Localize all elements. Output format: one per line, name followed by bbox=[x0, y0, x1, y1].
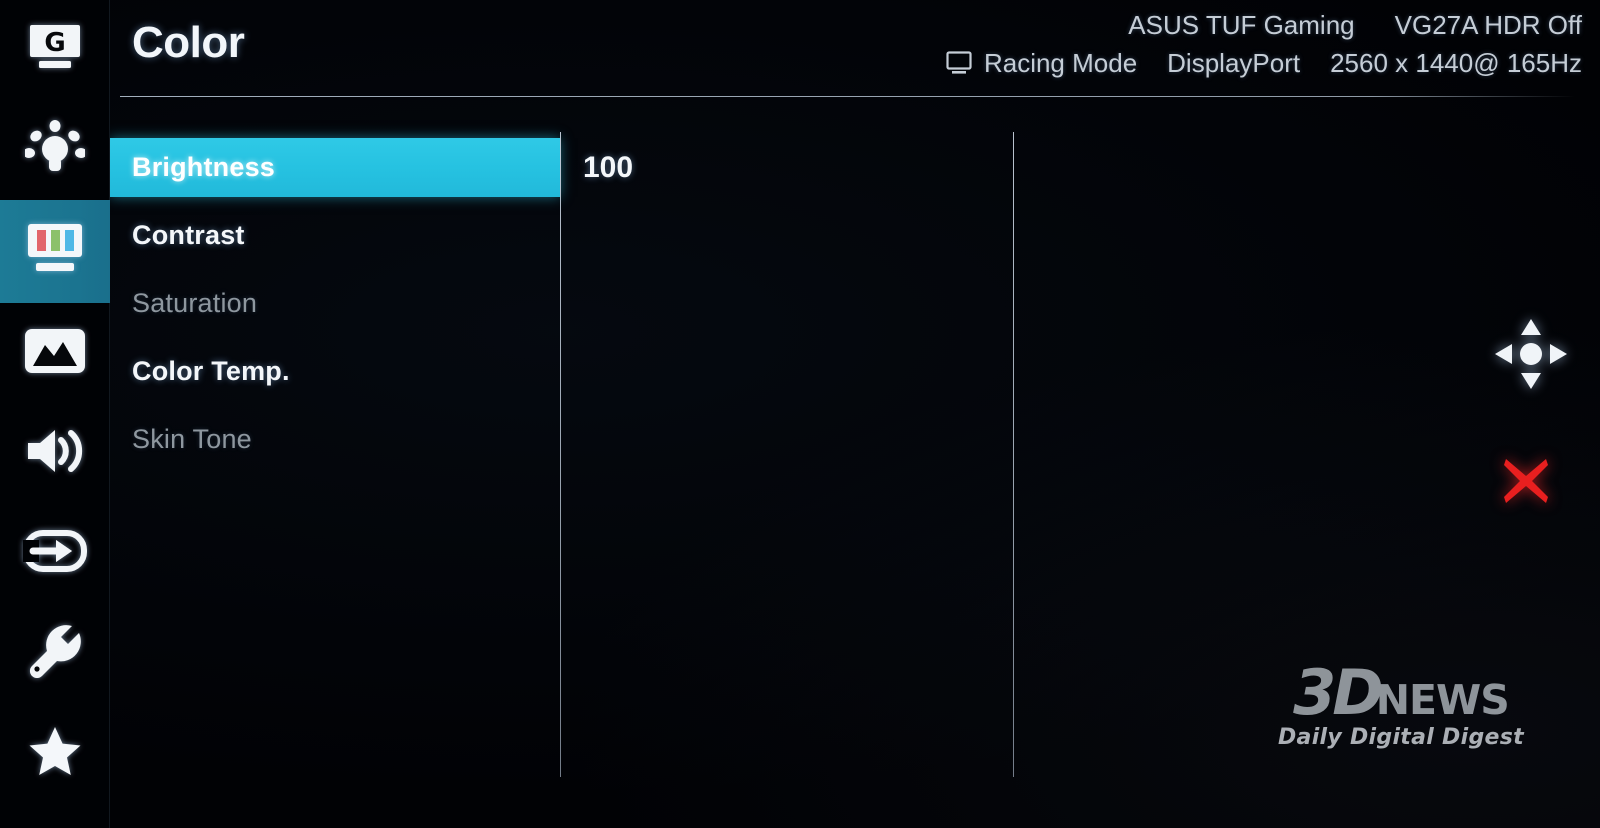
sidebar-item-input-select[interactable] bbox=[0, 503, 110, 603]
watermark-tagline: Daily Digital Digest bbox=[1278, 725, 1524, 750]
model-hdr-label: VG27A HDR Off bbox=[1394, 10, 1582, 40]
gamevisual-monitor-g-icon: G bbox=[26, 23, 84, 78]
resolution-label: 2560 x 1440@ 165Hz bbox=[1330, 48, 1582, 78]
color-menu-list: Brightness Contrast Saturation Color Tem… bbox=[110, 138, 560, 478]
speaker-icon bbox=[24, 427, 86, 480]
menu-item-contrast[interactable]: Contrast bbox=[110, 206, 560, 265]
osd-sidebar: G bbox=[0, 0, 110, 828]
picture-icon bbox=[24, 328, 86, 379]
preset-mode-group: Racing Mode bbox=[946, 44, 1137, 82]
menu-item-label: Color Temp. bbox=[132, 356, 290, 386]
close-x-icon[interactable] bbox=[1500, 455, 1552, 512]
menu-item-label: Skin Tone bbox=[132, 424, 252, 454]
osd-header: Color ASUS TUF Gaming VG27A HDR Off Raci… bbox=[110, 0, 1600, 100]
sidebar-item-system-setup[interactable] bbox=[0, 603, 110, 703]
input-source-label: DisplayPort bbox=[1167, 48, 1301, 78]
watermark-logo-news: NEWS bbox=[1375, 676, 1510, 724]
sidebar-item-myfavorite[interactable] bbox=[0, 703, 110, 803]
lightbulb-icon bbox=[23, 119, 87, 181]
sidebar-item-color[interactable] bbox=[0, 200, 110, 303]
watermark-3dnews: 3D NEWS Daily Digital Digest bbox=[1278, 656, 1524, 751]
input-arrow-icon bbox=[23, 529, 87, 578]
monitor-status-info: ASUS TUF Gaming VG27A HDR Off Racing Mod… bbox=[946, 6, 1582, 82]
column-divider-right bbox=[1013, 132, 1014, 777]
menu-item-label: Contrast bbox=[132, 220, 245, 250]
star-icon bbox=[27, 725, 83, 782]
preset-mode-label: Racing Mode bbox=[983, 48, 1138, 78]
menu-item-brightness[interactable]: Brightness bbox=[110, 138, 560, 197]
svg-text:G: G bbox=[44, 28, 65, 58]
sidebar-item-blue-light-filter[interactable] bbox=[0, 100, 110, 200]
menu-item-color-temp[interactable]: Color Temp. bbox=[110, 342, 560, 401]
menu-item-skin-tone: Skin Tone bbox=[110, 410, 560, 469]
monitor-icon bbox=[946, 51, 972, 75]
watermark-logo-3d: 3D bbox=[1293, 656, 1384, 729]
wrench-icon bbox=[26, 624, 84, 683]
four-way-navigation-icon[interactable] bbox=[1493, 318, 1569, 395]
page-title: Color bbox=[132, 18, 245, 67]
color-bars-monitor-icon bbox=[24, 223, 86, 280]
column-divider-left bbox=[560, 132, 561, 777]
monitor-osd-overlay: G Color ASUS TUF Gaming VG27A HDR Off Ra… bbox=[0, 0, 1600, 828]
menu-value-column: 100 bbox=[583, 138, 633, 197]
brand-label: ASUS TUF Gaming bbox=[1128, 10, 1355, 40]
sidebar-item-gamevisual[interactable]: G bbox=[0, 0, 110, 100]
sidebar-item-image[interactable] bbox=[0, 303, 110, 403]
menu-item-saturation: Saturation bbox=[110, 274, 560, 333]
brightness-value: 100 bbox=[583, 151, 634, 184]
sidebar-item-sound[interactable] bbox=[0, 403, 110, 503]
header-divider bbox=[120, 96, 1575, 97]
menu-item-label: Brightness bbox=[132, 152, 276, 182]
menu-item-label: Saturation bbox=[132, 288, 258, 318]
